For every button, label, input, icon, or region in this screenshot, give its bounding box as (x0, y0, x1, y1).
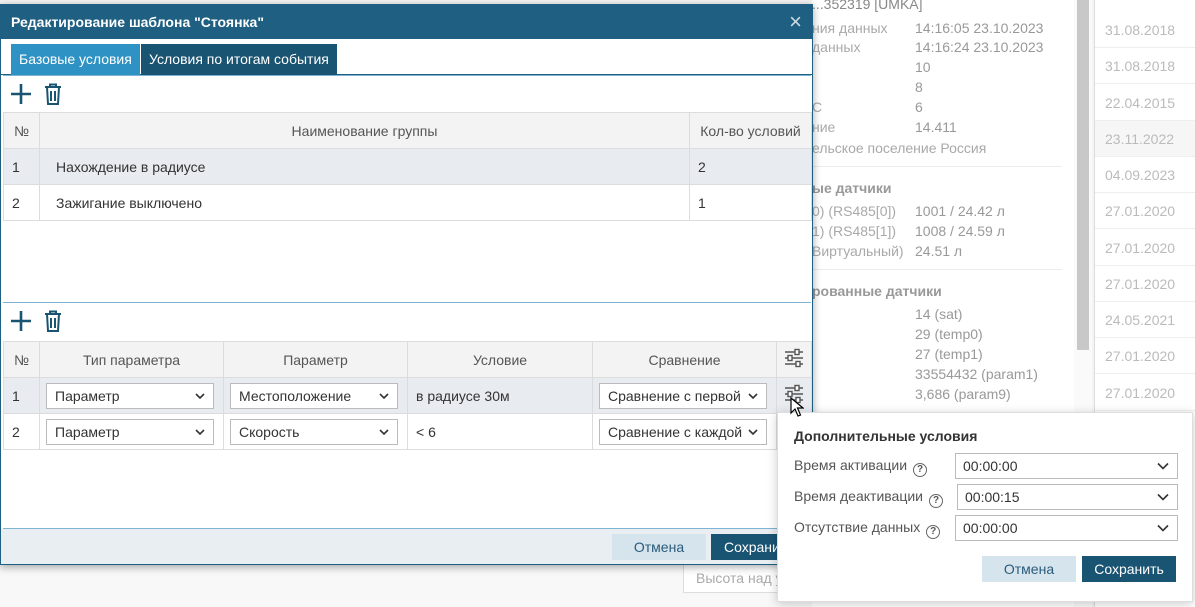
activation-time-row: Время активации? 00:00:00 (794, 453, 1178, 479)
row-number: 2 (3, 184, 40, 221)
chevron-down-icon (195, 428, 205, 435)
condition-value: в радиусе 30м (407, 377, 593, 414)
table-row[interactable]: 2 Параметр Скорость < 6 Сравнение с кажд… (3, 413, 812, 450)
help-icon[interactable]: ? (913, 463, 928, 477)
deactivation-time-label: Время деактивации? (794, 488, 943, 508)
param-type-cell: Параметр (39, 377, 224, 414)
no-data-label: Отсутствие данных? (794, 519, 941, 539)
column-header: Тип параметра (39, 341, 224, 378)
chevron-down-icon (379, 428, 389, 435)
bg-date-cell: 24.05.2021 (1095, 302, 1195, 338)
trash-icon[interactable] (41, 309, 65, 333)
row-number: 1 (3, 148, 40, 185)
dialog-title: Редактирование шаблона "Стоянка" (11, 14, 264, 30)
condition-count: 2 (689, 148, 812, 185)
mouse-cursor-icon (790, 397, 804, 417)
table-row[interactable]: 1 Нахождение в радиусе 2 (3, 148, 812, 185)
chevron-down-icon (748, 392, 758, 399)
group-name: Нахождение в радиусе (39, 148, 690, 185)
popover-save-button[interactable]: Сохранить (1082, 556, 1176, 582)
tab-base-conditions[interactable]: Базовые условия (11, 44, 140, 75)
compare-cell: Сравнение с каждой (592, 413, 777, 450)
column-header: Сравнение (592, 341, 777, 378)
popover-cancel-button[interactable]: Отмена (982, 556, 1076, 582)
compare-select[interactable]: Сравнение с первой (599, 382, 767, 409)
column-header: Параметр (223, 341, 408, 378)
bg-date-cell: 31.08.2018 (1095, 48, 1195, 84)
row-number: 1 (3, 377, 40, 414)
groups-header-row: № Наименование группы Кол-во условий (3, 112, 812, 149)
bg-date-cell: 31.08.2018 (1095, 12, 1195, 48)
bg-date-cell: 04.09.2023 (1095, 157, 1195, 193)
trash-icon[interactable] (41, 82, 65, 106)
chevron-down-icon (1157, 493, 1169, 501)
param-select[interactable]: Местоположение (230, 382, 398, 409)
column-header: № (3, 341, 40, 378)
deactivation-time-row: Время деактивации? 00:00:15 (794, 484, 1178, 510)
close-icon[interactable]: × (789, 9, 802, 35)
bg-date-cell: 23.11.2022 (1095, 121, 1195, 157)
column-header: Кол-во условий (689, 112, 812, 149)
bg-section-title: ые датчики (812, 180, 892, 196)
template-edit-dialog: Редактирование шаблона "Стоянка" × Базов… (0, 4, 813, 565)
row-number: 2 (3, 413, 40, 450)
bg-separator (812, 166, 1062, 167)
dialog-header: Редактирование шаблона "Стоянка" × (1, 5, 812, 39)
sliders-icon[interactable] (784, 348, 804, 368)
param-cell: Скорость (223, 413, 408, 450)
activation-time-label: Время активации? (794, 457, 928, 477)
condition-value: < 6 (407, 413, 593, 450)
deactivation-time-select[interactable]: 00:00:15 (957, 484, 1178, 510)
groups-section: № Наименование группы Кол-во условий 1 Н… (1, 75, 812, 303)
cancel-button[interactable]: Отмена (612, 534, 706, 560)
table-row[interactable]: 1 Параметр Местоположение в радиусе 30м … (3, 377, 812, 414)
activation-time-select[interactable]: 00:00:00 (955, 453, 1178, 479)
groups-toolbar (1, 76, 812, 112)
chevron-down-icon (379, 392, 389, 399)
help-icon[interactable]: ? (926, 525, 941, 539)
table-row[interactable]: 2 Зажигание выключено 1 (3, 184, 812, 221)
tab-event-conditions[interactable]: Условия по итогам события (141, 44, 337, 75)
bg-separator (812, 269, 1062, 270)
group-name: Зажигание выключено (39, 184, 690, 221)
groups-table: № Наименование группы Кол-во условий 1 Н… (3, 112, 812, 221)
chevron-down-icon (1157, 524, 1169, 532)
add-icon[interactable] (9, 309, 33, 333)
dialog-footer: Отмена Сохранить (1, 529, 812, 564)
bg-date-cell: 27.01.2020 (1095, 193, 1195, 229)
compare-cell: Сравнение с первой (592, 377, 777, 414)
help-icon[interactable]: ? (929, 494, 943, 508)
tab-bar: Базовые условия Условия по итогам событи… (1, 39, 812, 75)
conditions-section: № Тип параметра Параметр Условие Сравнен… (1, 302, 812, 529)
compare-select[interactable]: Сравнение с каждой (599, 418, 767, 445)
param-type-select[interactable]: Параметр (46, 418, 214, 445)
settings-header[interactable] (776, 341, 812, 378)
column-header: № (3, 112, 40, 149)
conditions-header-row: № Тип параметра Параметр Условие Сравнен… (3, 341, 812, 378)
column-header: Условие (407, 341, 593, 378)
bg-date-cell: 27.01.2020 (1095, 375, 1195, 411)
conditions-table: № Тип параметра Параметр Условие Сравнен… (3, 341, 812, 450)
scrollbar-thumb[interactable] (1077, 0, 1089, 350)
conditions-toolbar (1, 303, 812, 339)
popover-title: Дополнительные условия (794, 428, 978, 444)
additional-conditions-popover: Дополнительные условия Время активации? … (777, 412, 1193, 602)
bg-date-cell: 27.01.2020 (1095, 266, 1195, 302)
no-data-select[interactable]: 00:00:00 (955, 515, 1178, 541)
chevron-down-icon (1157, 462, 1169, 470)
add-icon[interactable] (9, 82, 33, 106)
param-select[interactable]: Скорость (230, 418, 398, 445)
param-type-select[interactable]: Параметр (46, 382, 214, 409)
param-type-cell: Параметр (39, 413, 224, 450)
condition-count: 1 (689, 184, 812, 221)
param-cell: Местоположение (223, 377, 408, 414)
bg-date-cell: 27.01.2020 (1095, 230, 1195, 266)
column-header: Наименование группы (39, 112, 690, 149)
chevron-down-icon (195, 392, 205, 399)
chevron-down-icon (748, 428, 758, 435)
bg-section-title: рованные датчики (812, 283, 942, 299)
bg-date-cell: 22.04.2015 (1095, 85, 1195, 121)
bg-date-cell: 27.01.2020 (1095, 338, 1195, 374)
no-data-row: Отсутствие данных? 00:00:00 (794, 515, 1178, 541)
